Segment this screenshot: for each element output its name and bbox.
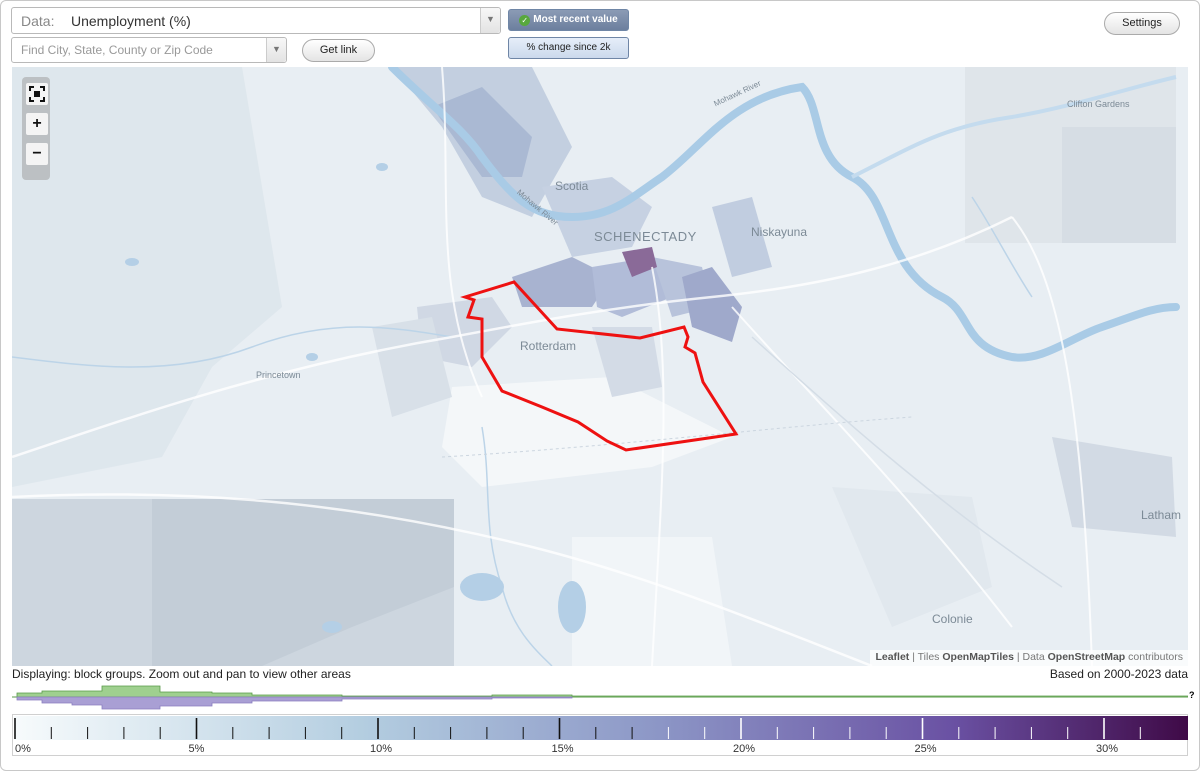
- zoom-out-button[interactable]: −: [26, 143, 48, 165]
- map-view[interactable]: Scotia SCHENECTADY Niskayuna Clifton Gar…: [12, 67, 1188, 666]
- attribution-separator-1: | Tiles: [909, 651, 943, 663]
- get-link-button[interactable]: Get link: [302, 39, 375, 62]
- data-select-dropdown-button[interactable]: ▼: [480, 8, 500, 33]
- legend-tick-label: 0%: [15, 743, 31, 755]
- place-label-latham: Latham: [1141, 508, 1182, 522]
- place-label-rotterdam: Rotterdam: [520, 339, 577, 353]
- data-select-label: Data:: [21, 13, 55, 29]
- legend-tick-label: 10%: [370, 743, 392, 755]
- data-select-value: Unemployment (%): [71, 13, 191, 29]
- attribution-suffix: contributors: [1125, 651, 1183, 663]
- fit-bounds-icon: [29, 86, 45, 102]
- place-label-princetown: Princetown: [256, 370, 301, 380]
- location-search-input[interactable]: Find City, State, County or Zip Code ▼: [11, 37, 287, 63]
- data-range-note: Based on 2000-2023 data: [1049, 667, 1188, 681]
- map-attribution: Leaflet | Tiles OpenMapTiles | Data Open…: [870, 650, 1188, 666]
- most-recent-value-toggle[interactable]: ✓ Most recent value: [508, 9, 629, 31]
- displaying-note: Displaying: block groups. Zoom out and p…: [12, 667, 351, 681]
- legend-tick-label: 25%: [915, 743, 937, 755]
- legend-tick-label: 20%: [733, 743, 755, 755]
- legend-tick-label: 15%: [552, 743, 574, 755]
- map-tiles: [12, 67, 1188, 666]
- legend-tick-label: 30%: [1096, 743, 1118, 755]
- unknown-value-marker: ?: [1189, 690, 1195, 700]
- openmaptiles-link[interactable]: OpenMapTiles: [942, 651, 1014, 663]
- attribution-separator-2: | Data: [1013, 651, 1048, 663]
- checkmark-icon: ✓: [519, 15, 531, 26]
- percent-change-toggle[interactable]: % change since 2k: [508, 37, 629, 59]
- data-select[interactable]: Data: Unemployment (%) ▼: [11, 7, 501, 34]
- settings-button[interactable]: Settings: [1104, 12, 1180, 35]
- chevron-down-icon: ▼: [272, 44, 281, 54]
- place-label-colonie: Colonie: [932, 612, 973, 626]
- color-legend: 0% 5% 10% 15% 20% 25% 30%: [12, 714, 1188, 756]
- leaflet-link[interactable]: Leaflet: [875, 651, 909, 663]
- location-dropdown-button[interactable]: ▼: [266, 38, 286, 62]
- legend-scale: 0% 5% 10% 15% 20% 25% 30%: [14, 716, 1188, 755]
- place-label-niskayuna: Niskayuna: [751, 225, 808, 239]
- zoom-in-button[interactable]: +: [26, 113, 48, 135]
- location-search-placeholder: Find City, State, County or Zip Code: [21, 43, 213, 57]
- openstreetmap-link[interactable]: OpenStreetMap: [1048, 651, 1126, 663]
- place-label-schenectady: SCHENECTADY: [594, 229, 697, 244]
- fullscreen-icon[interactable]: [26, 83, 48, 105]
- zoom-control: + −: [22, 77, 50, 180]
- chevron-down-icon: ▼: [486, 14, 495, 24]
- most-recent-value-label: Most recent value: [533, 14, 618, 25]
- place-label-clifton-gardens: Clifton Gardens: [1067, 99, 1130, 109]
- place-label-scotia: Scotia: [555, 179, 589, 193]
- legend-tick-label: 5%: [189, 743, 205, 755]
- distribution-histogram: [12, 685, 1188, 710]
